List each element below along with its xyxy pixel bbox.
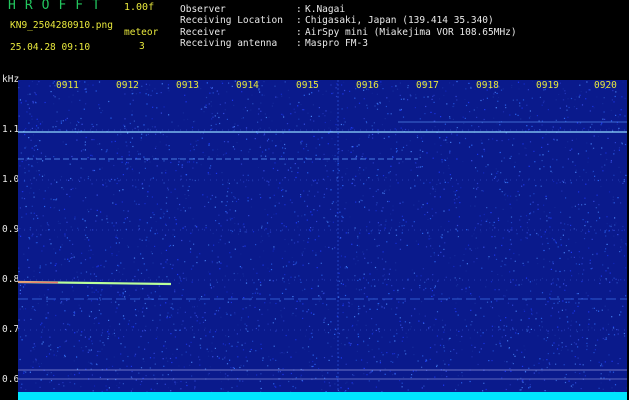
time-tick-label: 0919 xyxy=(536,80,559,91)
spectrogram-panel xyxy=(18,80,627,400)
location-value: Chigasaki, Japan (139.414 35.340) xyxy=(305,15,494,26)
time-tick-label: 0920 xyxy=(594,80,617,91)
frequency-tick-label: 0.6 xyxy=(2,374,20,385)
frequency-tick-label: 0.7 xyxy=(2,324,20,335)
file-name: KN9_2504280910.png xyxy=(10,20,113,31)
location-label: Receiving Location xyxy=(180,15,283,26)
separator-colon: : xyxy=(296,27,302,38)
frequency-unit-label: kHz xyxy=(2,74,20,85)
frequency-tick-label: 0.8 xyxy=(2,274,20,285)
receiver-label: Receiver xyxy=(180,27,226,38)
spectrogram-background xyxy=(18,80,627,400)
frequency-tick-label: 0.9 xyxy=(2,224,20,235)
separator-colon: : xyxy=(296,4,302,15)
meteor-echo-head xyxy=(18,281,59,284)
time-tick-label: 0913 xyxy=(176,80,199,91)
observation-datetime: 25.04.28 09:10 xyxy=(10,42,91,53)
separator-colon: : xyxy=(296,15,302,26)
baseline-strip xyxy=(18,392,627,400)
app-name: HROFFT xyxy=(8,0,109,13)
receiver-value: AirSpy mini (Miakejima VOR 108.65MHz) xyxy=(305,27,517,38)
app-version: 1.00f xyxy=(124,2,155,13)
frequency-tick-label: 1.0 xyxy=(2,174,20,185)
time-tick-label: 0914 xyxy=(236,80,259,91)
time-tick-label: 0912 xyxy=(116,80,139,91)
frequency-tick-label: 1.1 xyxy=(2,124,20,135)
separator-colon: : xyxy=(296,38,302,49)
meteor-count: 3 xyxy=(139,41,145,52)
time-tick-label: 0915 xyxy=(296,80,319,91)
antenna-label: Receiving antenna xyxy=(180,38,278,49)
time-tick-label: 0911 xyxy=(56,80,79,91)
header-panel: HROFFT 1.00f KN9_2504280910.png meteor 2… xyxy=(0,0,629,72)
time-tick-label: 0917 xyxy=(416,80,439,91)
time-tick-label: 0916 xyxy=(356,80,379,91)
time-tick-label: 0918 xyxy=(476,80,499,91)
antenna-value: Maspro FM-3 xyxy=(305,38,368,49)
meteor-label: meteor xyxy=(124,27,159,38)
observer-label: Observer xyxy=(180,4,226,15)
observer-value: K.Nagai xyxy=(305,4,346,15)
